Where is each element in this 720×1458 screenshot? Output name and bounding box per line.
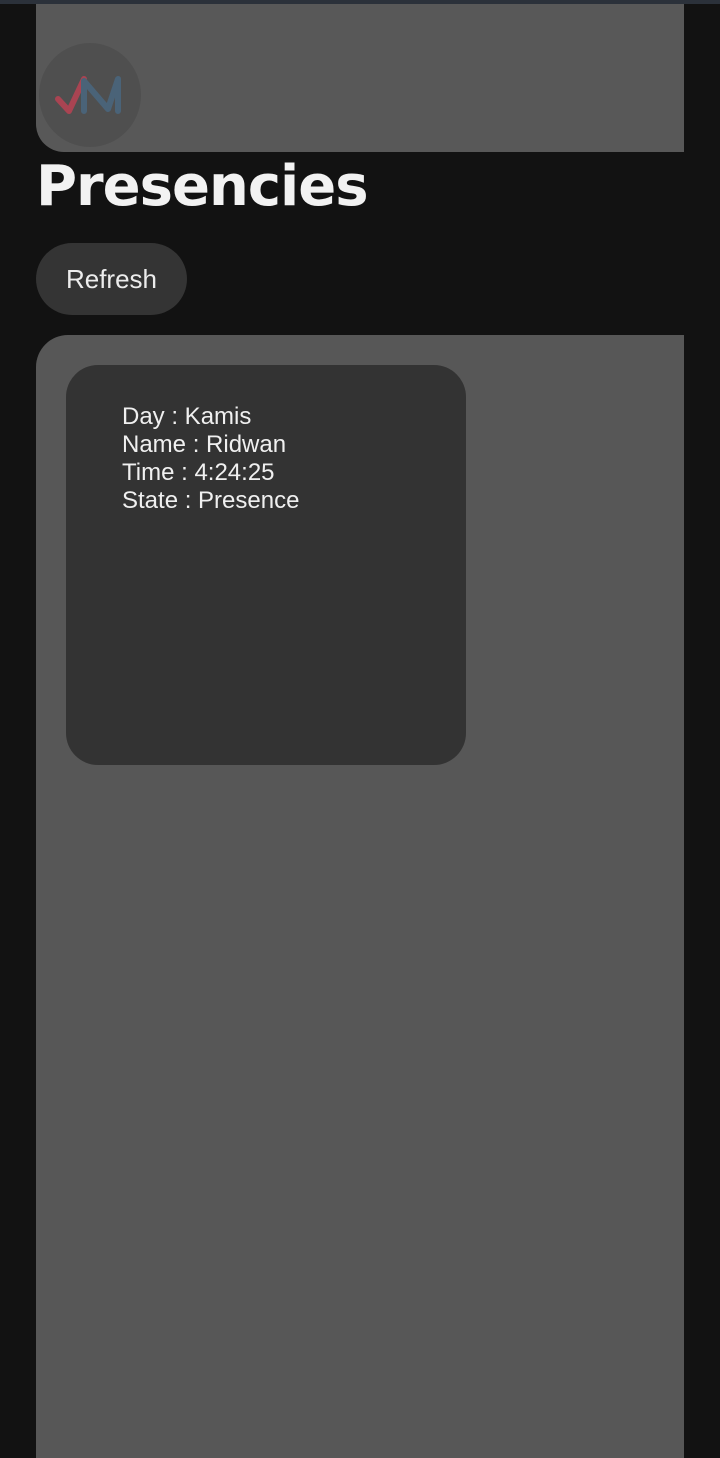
- presence-name: Name : Ridwan: [122, 431, 287, 458]
- presence-time: Time : 4:24:25: [122, 459, 275, 486]
- page-title: Presencies: [36, 154, 369, 219]
- presence-list: Day : Kamis Name : Ridwan Time : 4:24:25…: [36, 335, 684, 1458]
- presence-state: State : Presence: [122, 487, 300, 514]
- header-panel: [36, 4, 684, 152]
- presence-details: Day : Kamis Name : Ridwan Time : 4:24:25…: [122, 403, 299, 515]
- vm-logo-icon: [39, 43, 141, 147]
- presence-card[interactable]: Day : Kamis Name : Ridwan Time : 4:24:25…: [66, 365, 466, 765]
- presence-day: Day : Kamis: [122, 403, 252, 430]
- refresh-button[interactable]: Refresh: [36, 243, 187, 315]
